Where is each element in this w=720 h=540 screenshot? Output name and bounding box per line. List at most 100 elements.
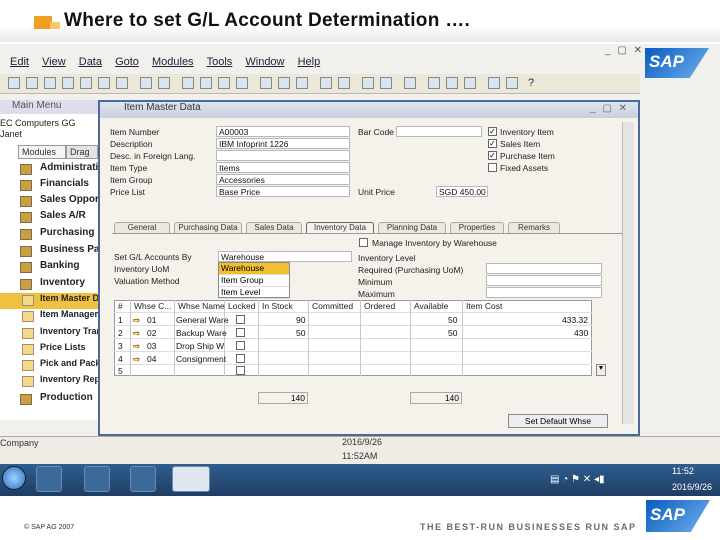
whse-name-cell[interactable]: Backup Ware xyxy=(176,328,227,338)
locked-checkbox[interactable] xyxy=(236,354,245,363)
start-button-icon[interactable] xyxy=(2,466,26,490)
word-icon[interactable] xyxy=(98,77,110,89)
menu-view[interactable]: View xyxy=(42,56,66,68)
menu-modules[interactable]: Modules xyxy=(152,56,194,68)
locked-checkbox[interactable] xyxy=(236,328,245,337)
menu-purchasing[interactable]: Purchasing xyxy=(0,227,100,243)
print-icon[interactable] xyxy=(8,77,20,89)
menu-sales-ar[interactable]: Sales A/R xyxy=(0,210,100,226)
menu-help[interactable]: Help xyxy=(298,56,321,68)
menu-goto[interactable]: Goto xyxy=(115,56,139,68)
submenu-inventory-reports[interactable]: Inventory Reports xyxy=(0,374,100,390)
item-group-select[interactable]: Accessories xyxy=(216,174,350,185)
inventory-item-checkbox[interactable]: ✓ xyxy=(488,127,497,136)
sap-b1-taskbar-icon[interactable] xyxy=(172,466,210,492)
submenu-item-master-data[interactable]: Item Master Data xyxy=(0,293,100,309)
whse-name-cell[interactable]: Consignment xyxy=(176,354,226,364)
menu-window[interactable]: Window xyxy=(245,56,284,68)
purchase-item-checkbox[interactable]: ✓ xyxy=(488,151,497,160)
payment-icon[interactable] xyxy=(380,77,392,89)
calendar-icon[interactable] xyxy=(404,77,416,89)
clock-date[interactable]: 2016/9/26 xyxy=(672,482,712,492)
preview-icon[interactable] xyxy=(26,77,38,89)
whse-code-cell[interactable]: 04 xyxy=(147,354,156,364)
filter-icon[interactable] xyxy=(278,77,290,89)
submenu-price-lists[interactable]: Price Lists xyxy=(0,342,100,358)
first-record-icon[interactable] xyxy=(182,77,194,89)
clock-time[interactable]: 11:52 xyxy=(672,466,694,476)
option-warehouse[interactable]: Warehouse xyxy=(219,263,289,275)
menu-tools[interactable]: Tools xyxy=(207,56,233,68)
sales-item-checkbox[interactable]: ✓ xyxy=(488,139,497,148)
pdf-icon[interactable] xyxy=(116,77,128,89)
edit-icon[interactable] xyxy=(428,77,440,89)
description-field[interactable]: IBM Infoprint 1226 xyxy=(216,138,350,149)
window-controls[interactable]: _ ▢ ✕ xyxy=(605,45,644,56)
required-field[interactable] xyxy=(486,263,602,274)
unit-price-field[interactable]: SGD 450.00 xyxy=(436,186,488,197)
whse-code-cell[interactable]: 01 xyxy=(147,315,156,325)
item-type-select[interactable]: Items xyxy=(216,162,350,173)
base-document-icon[interactable] xyxy=(320,77,332,89)
sort-icon[interactable] xyxy=(296,77,308,89)
calculator-icon[interactable] xyxy=(464,77,476,89)
link-arrow-icon[interactable]: ⇨ xyxy=(133,341,140,352)
submenu-item-management[interactable]: Item Management xyxy=(0,309,100,325)
system-tray[interactable]: ▤ ◔ ⚑ ✕ ◂▮ xyxy=(550,474,660,486)
target-document-icon[interactable] xyxy=(338,77,350,89)
tab-modules[interactable]: Modules xyxy=(18,145,66,159)
menu-sales-opportunities[interactable]: Sales Opportunities xyxy=(0,194,100,210)
price-list-select[interactable]: Base Price xyxy=(216,186,350,197)
email-icon[interactable] xyxy=(44,77,56,89)
grid-expand-icon[interactable]: ▼ xyxy=(596,364,606,376)
set-gl-accounts-select[interactable]: Warehouse xyxy=(218,251,352,262)
tab-drag-relate[interactable]: Drag xyxy=(66,145,98,159)
bar-code-field[interactable] xyxy=(396,126,482,137)
submenu-pick-and-pack[interactable]: Pick and Pack xyxy=(0,358,100,374)
refresh-icon[interactable] xyxy=(260,77,272,89)
menu-financials[interactable]: Financials xyxy=(0,178,100,194)
previous-record-icon[interactable] xyxy=(200,77,212,89)
menu-inventory[interactable]: Inventory xyxy=(0,277,100,293)
menu-business-partners[interactable]: Business Partners xyxy=(0,244,100,260)
ie-icon[interactable] xyxy=(36,466,62,492)
lock-icon[interactable] xyxy=(488,77,500,89)
messages-icon[interactable] xyxy=(506,77,518,89)
excel-icon[interactable] xyxy=(80,77,92,89)
add-icon[interactable] xyxy=(158,77,170,89)
fixed-assets-checkbox[interactable] xyxy=(488,163,497,172)
whse-code-cell[interactable]: 03 xyxy=(147,341,156,351)
menu-data[interactable]: Data xyxy=(79,56,102,68)
whse-code-cell[interactable]: 02 xyxy=(147,328,156,338)
option-item-level[interactable]: Item Level xyxy=(219,287,289,299)
gross-profit-icon[interactable] xyxy=(362,77,374,89)
item-number-field[interactable]: A00003 xyxy=(216,126,350,137)
next-record-icon[interactable] xyxy=(218,77,230,89)
option-item-group[interactable]: Item Group xyxy=(219,275,289,287)
last-record-icon[interactable] xyxy=(236,77,248,89)
menu-production[interactable]: Production xyxy=(0,392,100,408)
locked-checkbox[interactable] xyxy=(236,366,245,375)
locked-checkbox[interactable] xyxy=(236,315,245,324)
vertical-scrollbar[interactable] xyxy=(622,122,634,424)
link-arrow-icon[interactable]: ⇨ xyxy=(133,315,140,326)
find-icon[interactable] xyxy=(140,77,152,89)
gl-accounts-dropdown[interactable]: Warehouse Item Group Item Level xyxy=(218,262,290,299)
menu-banking[interactable]: Banking xyxy=(0,260,100,276)
whse-name-cell[interactable]: Drop Ship W xyxy=(176,341,224,351)
media-player-icon[interactable] xyxy=(130,466,156,492)
locked-checkbox[interactable] xyxy=(236,341,245,350)
sms-icon[interactable] xyxy=(62,77,74,89)
form-settings-icon[interactable] xyxy=(446,77,458,89)
item-master-window-controls[interactable]: _ ▢ ✕ xyxy=(590,103,629,114)
maximum-field[interactable] xyxy=(486,287,602,298)
menu-edit[interactable]: Edit xyxy=(10,56,29,68)
submenu-inventory-transactions[interactable]: Inventory Transactions xyxy=(0,326,100,342)
link-arrow-icon[interactable]: ⇨ xyxy=(133,354,140,365)
link-arrow-icon[interactable]: ⇨ xyxy=(133,328,140,339)
minimum-field[interactable] xyxy=(486,275,602,286)
explorer-icon[interactable] xyxy=(84,466,110,492)
menu-administration[interactable]: Administration xyxy=(0,162,100,178)
manage-by-warehouse-checkbox[interactable] xyxy=(359,238,368,247)
whse-name-cell[interactable]: General Ware xyxy=(176,315,229,325)
